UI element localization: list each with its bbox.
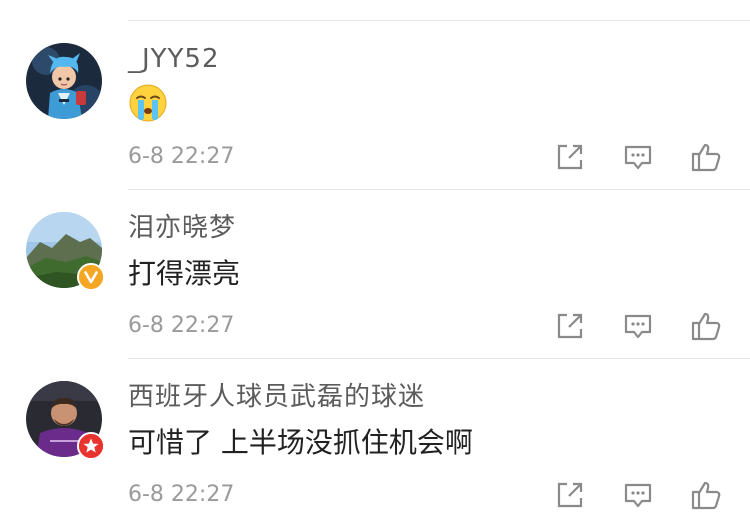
like-icon (691, 143, 721, 172)
verified-v-icon (79, 265, 103, 289)
like-button[interactable] (688, 477, 724, 513)
reply-button[interactable] (620, 477, 656, 513)
verified-badge (77, 432, 105, 460)
share-icon (557, 313, 583, 339)
username[interactable]: 泪亦晓梦 (128, 210, 236, 246)
comment-item: _JYY52 6-8 22:27 (0, 21, 750, 189)
crying-face-icon (129, 84, 167, 122)
timestamp: 6-8 22:27 (128, 313, 235, 338)
verified-badge (77, 263, 105, 291)
like-button[interactable] (688, 308, 724, 344)
like-icon (691, 481, 721, 510)
share-icon (557, 144, 583, 170)
timestamp: 6-8 22:27 (128, 144, 235, 169)
comment-content: 可惜了 上半场没抓住机会啊 (128, 426, 473, 459)
reply-icon (624, 314, 652, 339)
timestamp: 6-8 22:27 (128, 482, 235, 507)
avatar-cartoon-character-icon (26, 43, 102, 119)
like-icon (691, 312, 721, 341)
comment-content: 打得漂亮 (128, 257, 241, 290)
like-button[interactable] (688, 139, 724, 175)
avatar[interactable] (26, 43, 102, 119)
comment-item: 西班牙人球员武磊的球迷 可惜了 上半场没抓住机会啊 6-8 22:27 (0, 359, 750, 527)
reply-button[interactable] (620, 308, 656, 344)
share-button[interactable] (552, 139, 588, 175)
reply-icon (624, 145, 652, 170)
reply-icon (624, 483, 652, 508)
username[interactable]: _JYY52 (128, 41, 220, 77)
reply-button[interactable] (620, 139, 656, 175)
username[interactable]: 西班牙人球员武磊的球迷 (128, 379, 425, 415)
star-badge-icon (79, 434, 103, 458)
share-button[interactable] (552, 477, 588, 513)
comment-item: 泪亦晓梦 打得漂亮 6-8 22:27 (0, 190, 750, 358)
share-icon (557, 482, 583, 508)
share-button[interactable] (552, 308, 588, 344)
comment-content (128, 83, 168, 123)
